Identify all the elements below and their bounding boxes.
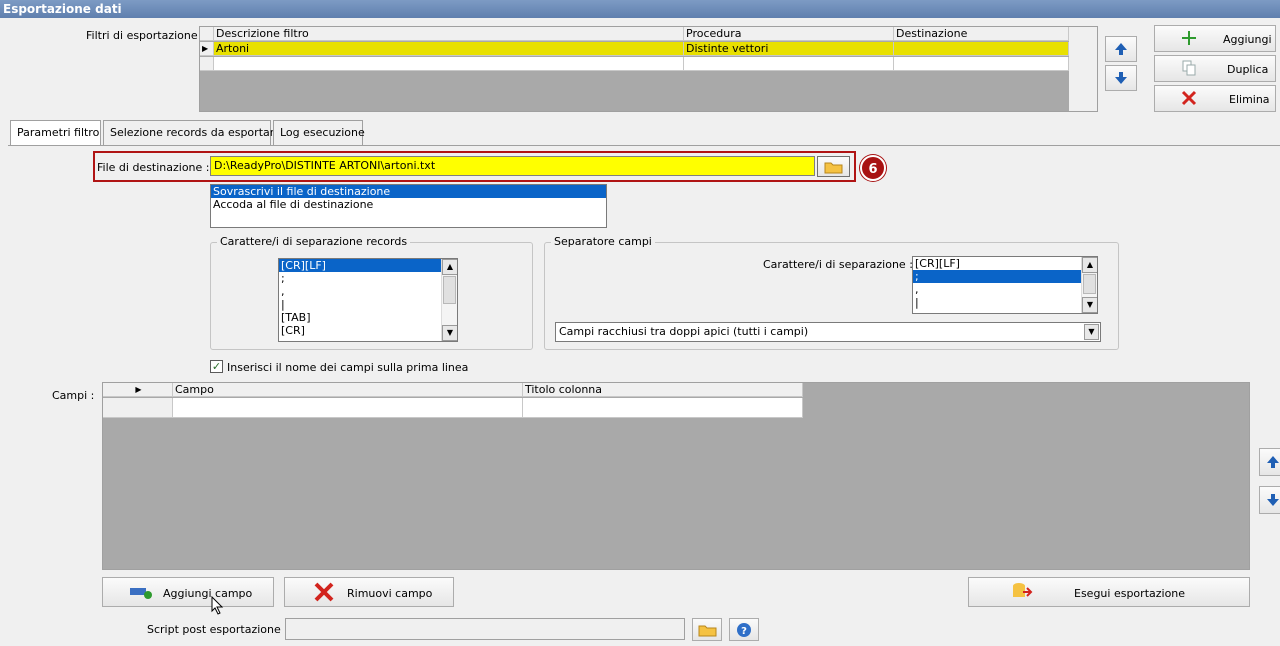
record-sep-option[interactable]: [TAB] <box>279 311 457 324</box>
field-sep-option[interactable]: , <box>913 283 1097 296</box>
arrow-down-icon <box>1115 72 1127 84</box>
step-badge: 6 <box>860 155 886 181</box>
tab-log-esecuzione[interactable]: Log esecuzione <box>273 120 365 145</box>
arrow-up-icon <box>1115 43 1127 55</box>
mouse-cursor-icon <box>211 596 224 615</box>
table-row-new-descrizione[interactable] <box>214 57 684 71</box>
duplicate-filter-button[interactable]: Duplica <box>1154 55 1276 82</box>
script-browse-button[interactable] <box>692 618 722 641</box>
col-descrizione[interactable]: Descrizione filtro <box>214 27 684 41</box>
delete-filter-label: Elimina <box>1229 93 1270 106</box>
row-indicator-new <box>200 57 214 71</box>
scroll-down-icon[interactable]: ▼ <box>1082 297 1097 313</box>
script-help-button[interactable]: ? <box>729 618 759 641</box>
field-separator-group: Separatore campi Carattere/i di separazi… <box>544 235 1119 350</box>
copy-icon <box>1182 60 1196 76</box>
table-row-new-destinazione[interactable] <box>894 57 1069 71</box>
field-separator-title: Separatore campi <box>551 235 655 248</box>
duplicate-filter-label: Duplica <box>1227 63 1269 76</box>
add-field-button[interactable]: Aggiungi campo <box>102 577 274 607</box>
delete-x-icon <box>1181 90 1197 106</box>
scroll-thumb[interactable] <box>443 276 456 304</box>
filters-grid[interactable]: Descrizione filtro Procedura Destinazion… <box>199 26 1098 112</box>
add-field-label: Aggiungi campo <box>163 587 253 600</box>
write-mode-append[interactable]: Accoda al file di destinazione <box>211 198 606 211</box>
arrow-down-icon <box>1267 494 1279 506</box>
scroll-thumb[interactable] <box>1083 274 1096 294</box>
field-row-titolo[interactable] <box>523 398 803 418</box>
row-indicator-icon: ▶ <box>103 383 173 397</box>
record-sep-option[interactable]: [CR] <box>279 324 457 337</box>
col-procedura[interactable]: Procedura <box>684 27 894 41</box>
record-separator-list[interactable]: [CR][LF] ; , | [TAB] [CR] ▲ ▼ <box>278 258 458 342</box>
header-checkbox-label: Inserisci il nome dei campi sulla prima … <box>227 361 469 374</box>
field-sep-scrollbar[interactable]: ▲ ▼ <box>1081 257 1097 313</box>
record-sep-scrollbar[interactable]: ▲ ▼ <box>441 259 457 341</box>
script-label: Script post esportazione : <box>147 623 288 636</box>
record-separator-title: Carattere/i di separazione records <box>217 235 411 248</box>
quote-mode-value: Campi racchiusi tra doppi apici (tutti i… <box>559 325 809 338</box>
add-field-icon <box>130 588 152 599</box>
field-sep-option[interactable]: [CR][LF] <box>913 257 1097 270</box>
field-separator-list[interactable]: [CR][LF] ; , | ▲ ▼ <box>912 256 1098 314</box>
field-sep-option[interactable]: | <box>913 296 1097 309</box>
script-input[interactable] <box>285 618 685 640</box>
add-filter-button[interactable]: Aggiungi <box>1154 25 1276 52</box>
record-sep-option[interactable]: | <box>279 298 457 311</box>
record-sep-option[interactable]: , <box>279 285 457 298</box>
move-down-button[interactable] <box>1105 65 1137 91</box>
header-checkbox[interactable]: ✓ <box>210 360 223 373</box>
folder-icon <box>698 625 717 637</box>
table-row-new-procedura[interactable] <box>684 57 894 71</box>
arrow-up-icon <box>1267 456 1279 468</box>
record-sep-option[interactable]: [CR][LF] <box>279 259 441 272</box>
window-title: Esportazione dati <box>0 0 1280 18</box>
col-campo[interactable]: Campo <box>173 383 523 397</box>
grid-corner <box>200 27 214 41</box>
field-move-down-button[interactable] <box>1259 486 1280 514</box>
chevron-down-icon[interactable]: ▼ <box>1084 324 1099 340</box>
record-separator-group: Carattere/i di separazione records [CR][… <box>210 235 533 350</box>
help-icon: ? <box>737 623 751 637</box>
write-mode-list[interactable]: Sovrascrivi il file di destinazione Acco… <box>210 184 607 228</box>
grid-vertical-strip <box>1069 27 1097 111</box>
table-row-destinazione[interactable] <box>894 42 1069 56</box>
row-indicator-icon: ▶ <box>200 42 214 56</box>
remove-field-button[interactable]: Rimuovi campo <box>284 577 454 607</box>
quote-mode-select[interactable]: Campi racchiusi tra doppi apici (tutti i… <box>555 322 1101 342</box>
move-up-button[interactable] <box>1105 36 1137 62</box>
record-sep-option[interactable]: ; <box>279 272 457 285</box>
row-indicator-new <box>103 398 173 418</box>
fields-label: Campi : <box>52 389 95 402</box>
svg-text:?: ? <box>741 626 747 637</box>
field-row-campo[interactable] <box>173 398 523 418</box>
add-filter-label: Aggiungi <box>1223 33 1272 46</box>
scroll-down-icon[interactable]: ▼ <box>442 325 457 341</box>
table-row-procedura[interactable]: Distinte vettori <box>684 42 894 56</box>
scroll-up-icon[interactable]: ▲ <box>1082 257 1097 273</box>
delete-x-icon <box>314 582 334 602</box>
delete-filter-button[interactable]: Elimina <box>1154 85 1276 112</box>
plus-icon <box>1182 31 1196 45</box>
highlight-frame <box>93 151 856 182</box>
field-sep-option[interactable]: ; <box>913 270 1081 283</box>
scroll-up-icon[interactable]: ▲ <box>442 259 457 275</box>
field-move-up-button[interactable] <box>1259 448 1280 476</box>
tab-selezione-records[interactable]: Selezione records da esportare <box>103 120 281 145</box>
field-separator-label: Carattere/i di separazione : <box>763 258 913 271</box>
col-destinazione[interactable]: Destinazione <box>894 27 1069 41</box>
run-export-button[interactable]: Esegui esportazione <box>968 577 1250 607</box>
run-export-label: Esegui esportazione <box>1074 587 1186 600</box>
table-row-descrizione[interactable]: Artoni <box>214 42 684 56</box>
col-titolo-colonna[interactable]: Titolo colonna <box>523 383 803 397</box>
filters-label: Filtri di esportazione : <box>86 29 205 42</box>
tab-parametri-filtro[interactable]: Parametri filtro <box>10 120 101 147</box>
write-mode-overwrite[interactable]: Sovrascrivi il file di destinazione <box>211 185 606 198</box>
fields-grid[interactable]: ▶ Campo Titolo colonna <box>102 382 1250 570</box>
remove-field-label: Rimuovi campo <box>347 587 433 600</box>
export-database-icon <box>1013 583 1033 597</box>
